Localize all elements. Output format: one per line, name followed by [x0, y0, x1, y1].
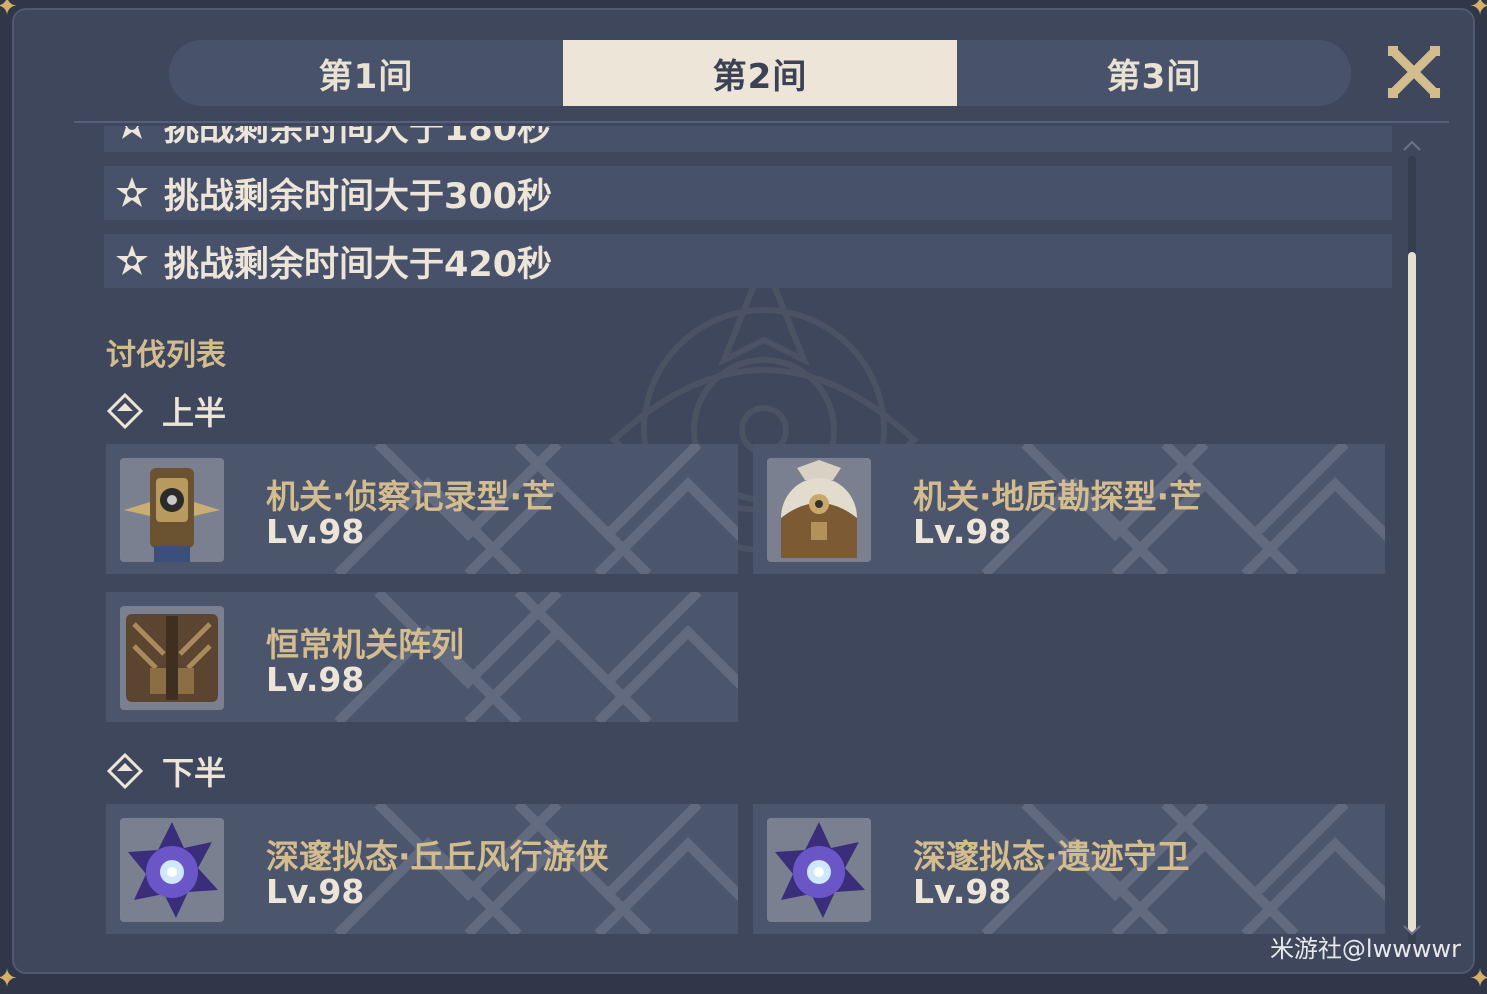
enemy-name: 恒常机关阵列: [266, 625, 464, 664]
condition-label: 挑战剩余时间大于420秒: [164, 244, 553, 285]
survey-mek-portrait-icon: [767, 458, 871, 562]
condition-label: 挑战剩余时间大于300秒: [164, 176, 553, 217]
half-label: 上半: [162, 394, 227, 432]
watermark: 米游社@lwwwwr: [1269, 935, 1461, 963]
star-condition-row: 挑战剩余时间大于420秒: [104, 234, 1392, 288]
upper-half-header: 上半: [106, 388, 226, 434]
close-icon[interactable]: [1386, 44, 1442, 100]
enemy-name: 深邃拟态·遗迹守卫: [913, 837, 1190, 876]
abyss-chamber-panel: 第1间 第2间 第3间 挑战剩余时间大于180秒 挑战剩余时间大于300秒 挑战…: [12, 8, 1475, 974]
abyssal-mimic-portrait-icon: [120, 818, 224, 922]
mechanical-array-portrait-icon: [120, 606, 224, 710]
condition-label: 挑战剩余时间大于180秒: [164, 126, 553, 149]
tab-chamber-1[interactable]: 第1间: [169, 40, 563, 106]
star-condition-row: 挑战剩余时间大于180秒: [104, 126, 1392, 152]
abyss-star-icon: [116, 177, 148, 207]
abyss-star-icon: [116, 245, 148, 275]
scroll-up-icon[interactable]: [1402, 140, 1422, 152]
abyss-star-icon: [122, 126, 142, 139]
enemy-card[interactable]: 机关·地质勘探型·芒 Lv.98: [753, 444, 1385, 574]
chamber-content-scroll[interactable]: 挑战剩余时间大于180秒 挑战剩余时间大于300秒 挑战剩余时间大于420秒 讨…: [14, 126, 1473, 946]
enemy-level: Lv.98: [266, 512, 365, 551]
enemy-level: Lv.98: [266, 872, 365, 911]
tab-chamber-3[interactable]: 第3间: [957, 40, 1351, 106]
recon-mek-portrait-icon: [120, 458, 224, 562]
enemy-level: Lv.98: [913, 512, 1012, 551]
enemy-level: Lv.98: [913, 872, 1012, 911]
enemy-card[interactable]: 恒常机关阵列 Lv.98: [106, 592, 738, 722]
abyssal-mimic-portrait-icon: [767, 818, 871, 922]
scrollbar-thumb[interactable]: [1408, 252, 1416, 932]
chamber-tabs: 第1间 第2间 第3间: [169, 40, 1351, 106]
enemy-card[interactable]: 机关·侦察记录型·芒 Lv.98: [106, 444, 738, 574]
tab-chamber-2[interactable]: 第2间: [563, 40, 957, 106]
enemy-name: 机关·地质勘探型·芒: [913, 477, 1203, 516]
half-label: 下半: [162, 754, 227, 792]
enemy-list-title: 讨伐列表: [106, 338, 226, 373]
header-divider: [74, 121, 1449, 123]
enemy-card[interactable]: 深邃拟态·丘丘风行游侠 Lv.98: [106, 804, 738, 934]
diamond-icon: [106, 392, 144, 430]
enemy-level: Lv.98: [266, 660, 365, 699]
enemy-card[interactable]: 深邃拟态·遗迹守卫 Lv.98: [753, 804, 1385, 934]
enemy-name: 深邃拟态·丘丘风行游侠: [266, 837, 609, 876]
enemy-name: 机关·侦察记录型·芒: [266, 477, 556, 516]
star-condition-row: 挑战剩余时间大于300秒: [104, 166, 1392, 220]
lower-half-header: 下半: [106, 748, 226, 794]
diamond-icon: [106, 752, 144, 790]
